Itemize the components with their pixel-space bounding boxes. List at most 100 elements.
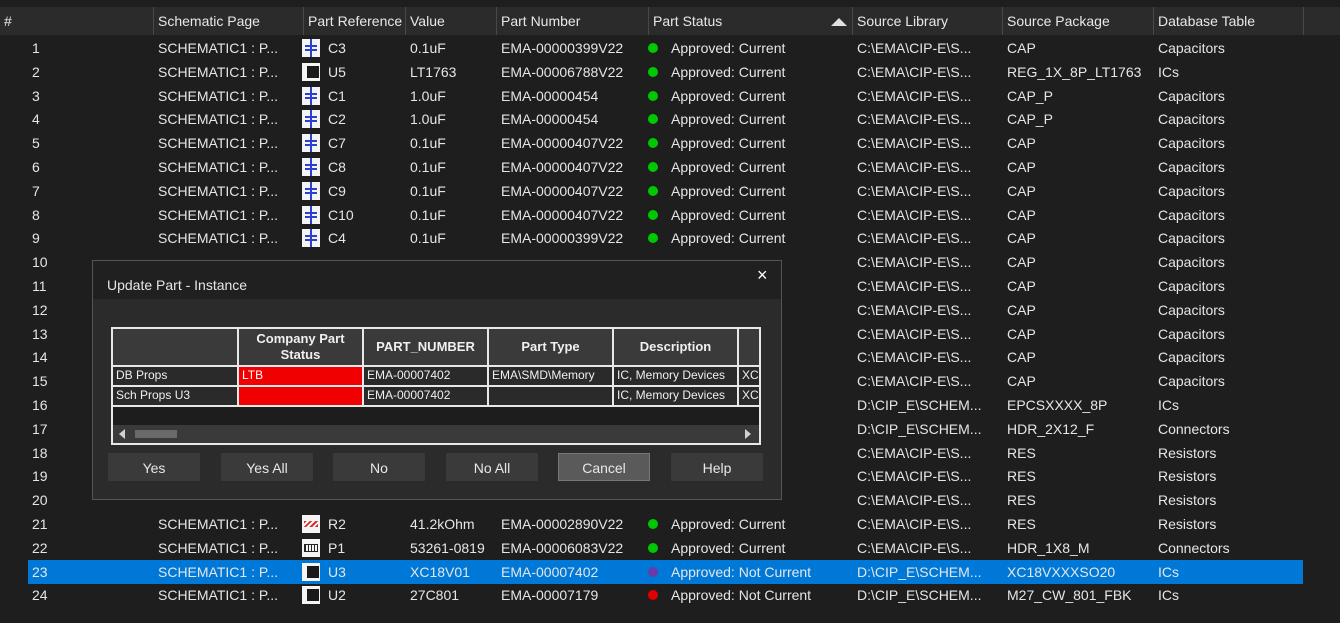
cell-database-table[interactable]: ICs [1158, 60, 1302, 84]
cell-value[interactable]: 0.1uF [410, 155, 496, 179]
cell-part-reference[interactable]: C3 [328, 36, 404, 60]
compare-header-description[interactable]: Description [614, 329, 739, 367]
cell-part-number[interactable]: EMA-00000399V22 [501, 226, 647, 250]
cell-source-library[interactable]: C:\EMA\CIP-E\S... [857, 203, 1001, 227]
compare-cell-part-type[interactable]: EMA\SMD\Memory [489, 367, 614, 387]
cell-database-table[interactable]: Capacitors [1158, 36, 1302, 60]
cell-source-package[interactable]: CAP [1007, 298, 1152, 322]
cell-source-library[interactable]: C:\EMA\CIP-E\S... [857, 131, 1001, 155]
cell-part-reference[interactable]: C4 [328, 226, 404, 250]
cancel-button[interactable]: Cancel [558, 453, 650, 481]
col-source-package[interactable]: Source Package [1003, 7, 1154, 35]
cell-part-status[interactable]: Approved: Current [671, 131, 851, 155]
cell-value[interactable]: XC18V01 [410, 560, 496, 584]
help-button[interactable]: Help [671, 453, 763, 481]
table-row[interactable]: 23 SCHEMATIC1 : P... U3 XC18V01 EMA-00007402… [0, 559, 1340, 584]
col-number[interactable]: # [0, 7, 154, 35]
cell-source-package[interactable]: CAP [1007, 322, 1152, 346]
cell-value[interactable]: 1.0uF [410, 84, 496, 108]
compare-cell-extra[interactable]: XC [739, 367, 759, 387]
cell-schematic-page[interactable]: SCHEMATIC1 : P... [158, 226, 298, 250]
cell-part-number[interactable]: EMA-00000454 [501, 107, 647, 131]
cell-source-library[interactable]: C:\EMA\CIP-E\S... [857, 536, 1001, 560]
cell-source-package[interactable]: CAP [1007, 179, 1152, 203]
cell-source-library[interactable]: C:\EMA\CIP-E\S... [857, 512, 1001, 536]
cell-value[interactable]: 0.1uF [410, 36, 496, 60]
cell-source-package[interactable]: CAP [1007, 131, 1152, 155]
col-part-status[interactable]: Part Status [649, 7, 853, 35]
cell-source-package[interactable]: CAP [1007, 226, 1152, 250]
cell-source-library[interactable]: C:\EMA\CIP-E\S... [857, 250, 1001, 274]
cell-source-package[interactable]: CAP [1007, 369, 1152, 393]
cell-database-table[interactable]: ICs [1158, 583, 1302, 607]
cell-part-status[interactable]: Approved: Current [671, 179, 851, 203]
cell-part-number[interactable]: EMA-00000407V22 [501, 131, 647, 155]
cell-source-library[interactable]: D:\CIP_E\SCHEM... [857, 417, 1001, 441]
cell-part-number[interactable]: EMA-00002890V22 [501, 512, 647, 536]
cell-part-number[interactable]: EMA-00006083V22 [501, 536, 647, 560]
cell-part-reference[interactable]: P1 [328, 536, 404, 560]
cell-schematic-page[interactable]: SCHEMATIC1 : P... [158, 36, 298, 60]
table-row[interactable]: 2 SCHEMATIC1 : P... U5 LT1763 EMA-00006788V2… [0, 60, 1340, 84]
cell-source-library[interactable]: C:\EMA\CIP-E\S... [857, 60, 1001, 84]
table-row[interactable]: 9 SCHEMATIC1 : P... C4 0.1uF EMA-00000399V22… [0, 226, 1340, 250]
no-button[interactable]: No [333, 453, 425, 481]
cell-source-package[interactable]: RES [1007, 464, 1152, 488]
cell-part-reference[interactable]: C2 [328, 107, 404, 131]
cell-source-package[interactable]: CAP [1007, 36, 1152, 60]
cell-part-reference[interactable]: C1 [328, 84, 404, 108]
cell-value[interactable]: 0.1uF [410, 226, 496, 250]
cell-source-library[interactable]: C:\EMA\CIP-E\S... [857, 84, 1001, 108]
cell-value[interactable]: 1.0uF [410, 107, 496, 131]
cell-source-library[interactable]: C:\EMA\CIP-E\S... [857, 179, 1001, 203]
table-row[interactable]: 22 SCHEMATIC1 : P... P1 53261-0819 EMA-00006… [0, 536, 1340, 560]
cell-value[interactable]: 0.1uF [410, 131, 496, 155]
cell-part-status[interactable]: Approved: Not Current [671, 560, 851, 584]
cell-part-status[interactable]: Approved: Current [671, 536, 851, 560]
cell-value[interactable]: 41.2kOhm [410, 512, 496, 536]
cell-part-status[interactable]: Approved: Current [671, 155, 851, 179]
cell-schematic-page[interactable]: SCHEMATIC1 : P... [158, 583, 298, 607]
cell-schematic-page[interactable]: SCHEMATIC1 : P... [158, 60, 298, 84]
cell-source-library[interactable]: C:\EMA\CIP-E\S... [857, 226, 1001, 250]
cell-database-table[interactable]: Capacitors [1158, 274, 1302, 298]
cell-source-package[interactable]: RES [1007, 512, 1152, 536]
cell-source-package[interactable]: M27_CW_801_FBK [1007, 583, 1152, 607]
cell-source-package[interactable]: HDR_2X12_F [1007, 417, 1152, 441]
cell-database-table[interactable]: Capacitors [1158, 369, 1302, 393]
compare-cell-description[interactable]: IC, Memory Devices [614, 387, 739, 407]
cell-part-number[interactable]: EMA-00000454 [501, 84, 647, 108]
cell-part-reference[interactable]: C8 [328, 155, 404, 179]
cell-part-reference[interactable]: U5 [328, 60, 404, 84]
cell-source-library[interactable]: C:\EMA\CIP-E\S... [857, 441, 1001, 465]
close-icon[interactable]: × [757, 265, 768, 286]
cell-part-status[interactable]: Approved: Current [671, 36, 851, 60]
cell-source-library[interactable]: C:\EMA\CIP-E\S... [857, 107, 1001, 131]
cell-database-table[interactable]: ICs [1158, 560, 1302, 584]
cell-source-library[interactable]: C:\EMA\CIP-E\S... [857, 298, 1001, 322]
cell-source-package[interactable]: HDR_1X8_M [1007, 536, 1152, 560]
col-part-reference[interactable]: Part Reference [304, 7, 406, 35]
cell-part-number[interactable]: EMA-00000407V22 [501, 203, 647, 227]
yes-all-button[interactable]: Yes All [221, 453, 313, 481]
yes-button[interactable]: Yes [108, 453, 200, 481]
cell-source-package[interactable]: CAP [1007, 250, 1152, 274]
cell-source-package[interactable]: CAP_P [1007, 84, 1152, 108]
compare-header-part-type[interactable]: Part Type [489, 329, 614, 367]
cell-database-table[interactable]: Connectors [1158, 417, 1302, 441]
cell-schematic-page[interactable]: SCHEMATIC1 : P... [158, 84, 298, 108]
cell-part-reference[interactable]: R2 [328, 512, 404, 536]
col-part-number[interactable]: Part Number [497, 7, 649, 35]
cell-database-table[interactable]: Capacitors [1158, 107, 1302, 131]
cell-part-number[interactable]: EMA-00000407V22 [501, 179, 647, 203]
col-value[interactable]: Value [406, 7, 497, 35]
table-row[interactable]: 8 SCHEMATIC1 : P... C10 0.1uF EMA-00000407V2… [0, 203, 1340, 227]
cell-part-status[interactable]: Approved: Current [671, 203, 851, 227]
cell-database-table[interactable]: ICs [1158, 393, 1302, 417]
cell-part-status[interactable]: Approved: Current [671, 84, 851, 108]
cell-source-package[interactable]: CAP [1007, 203, 1152, 227]
table-row[interactable]: 24 SCHEMATIC1 : P... U2 27C801 EMA-00007179 A… [0, 583, 1340, 607]
cell-database-table[interactable]: Capacitors [1158, 345, 1302, 369]
cell-source-package[interactable]: CAP_P [1007, 107, 1152, 131]
compare-cell-part-number[interactable]: EMA-00007402 [364, 367, 489, 387]
